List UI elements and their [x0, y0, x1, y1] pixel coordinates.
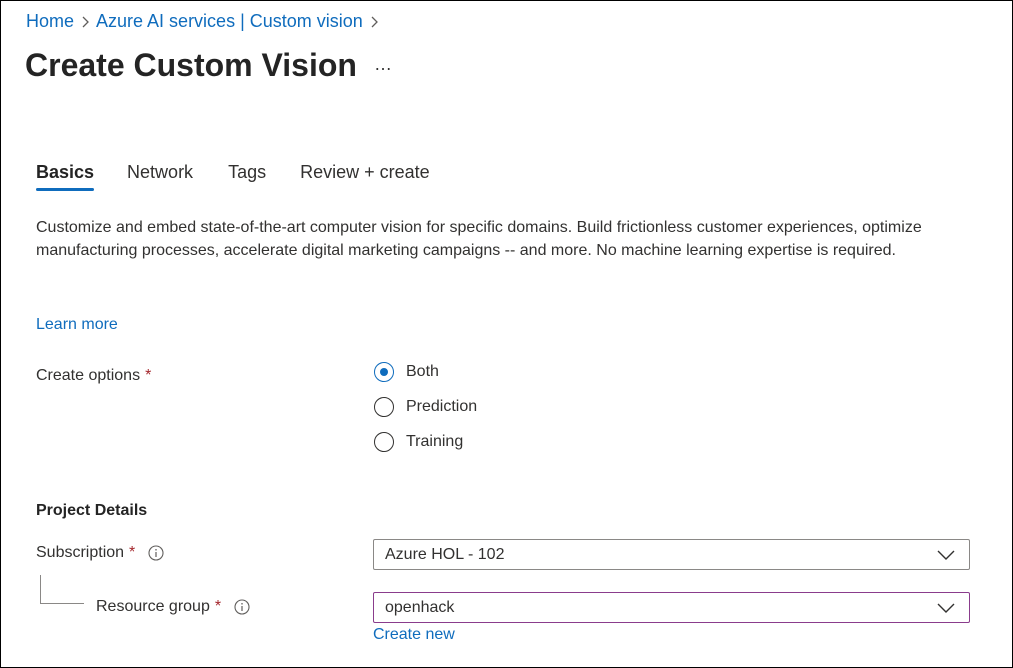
radio-prediction[interactable]: [374, 397, 394, 417]
required-asterisk: *: [145, 367, 152, 384]
chevron-right-icon: [363, 12, 385, 32]
radio-prediction-label: Prediction: [406, 398, 478, 415]
resource-group-dropdown[interactable]: openhack: [373, 592, 970, 623]
chevron-down-icon: [937, 603, 957, 613]
radio-option-both[interactable]: Both: [374, 362, 439, 382]
learn-more-link[interactable]: Learn more: [36, 316, 118, 334]
tab-network[interactable]: Network: [127, 162, 193, 191]
tab-tags[interactable]: Tags: [228, 162, 266, 191]
radio-both-label: Both: [406, 363, 439, 380]
radio-training-label: Training: [406, 433, 464, 450]
tree-connector-horizontal: [40, 603, 84, 604]
chevron-right-icon: [74, 12, 96, 32]
breadcrumb: Home Azure AI services | Custom vision: [26, 11, 385, 32]
radio-both[interactable]: [374, 362, 394, 382]
more-options-icon[interactable]: …: [374, 54, 393, 75]
radio-option-training[interactable]: Training: [374, 432, 463, 452]
required-asterisk: *: [129, 544, 136, 561]
subscription-dropdown[interactable]: Azure HOL - 102: [373, 539, 970, 570]
create-new-link[interactable]: Create new: [373, 626, 455, 644]
description-text: Customize and embed state-of-the-art com…: [36, 219, 922, 259]
project-details-heading: Project Details: [36, 502, 148, 519]
subscription-label: Subscription *: [36, 544, 164, 562]
tab-review-create[interactable]: Review + create: [300, 162, 430, 191]
create-options-label-text: Create options: [36, 367, 141, 384]
create-options-label: Create options *: [36, 367, 151, 385]
tab-basics[interactable]: Basics: [36, 162, 95, 191]
subscription-label-text: Subscription: [36, 544, 125, 561]
breadcrumb-home-link[interactable]: Home: [26, 11, 74, 32]
info-icon[interactable]: [234, 599, 250, 615]
tab-bar: Basics Network Tags Review + create: [36, 162, 430, 191]
breadcrumb-custom-vision-link[interactable]: Azure AI services | Custom vision: [96, 11, 363, 32]
required-asterisk: *: [214, 598, 222, 615]
resource-group-label: Resource group *: [96, 598, 250, 616]
tree-connector-vertical: [40, 575, 41, 603]
subscription-value: Azure HOL - 102: [385, 545, 505, 563]
page-title: Create Custom Vision: [25, 47, 357, 83]
chevron-down-icon: [937, 550, 957, 560]
resource-group-label-text: Resource group: [96, 598, 210, 615]
resource-group-value: openhack: [385, 598, 455, 616]
info-icon[interactable]: [148, 545, 164, 561]
radio-training[interactable]: [374, 432, 394, 452]
radio-option-prediction[interactable]: Prediction: [374, 397, 477, 417]
